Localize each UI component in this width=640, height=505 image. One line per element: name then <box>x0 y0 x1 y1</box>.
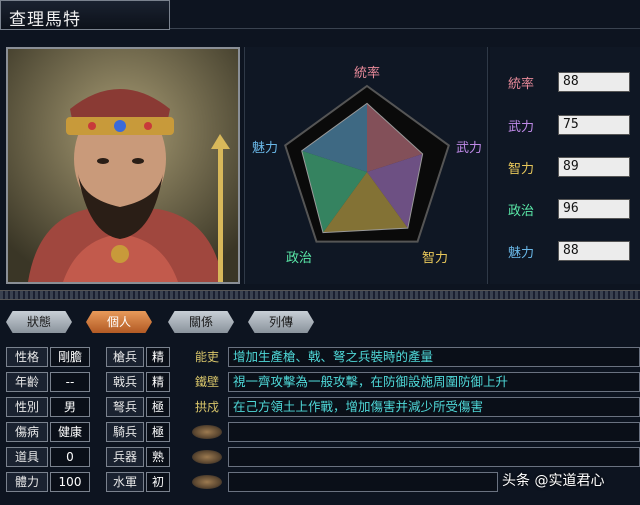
stat-value: 75 <box>558 115 630 135</box>
troop-aptitude: 極 <box>146 422 170 442</box>
tab-biography[interactable]: 列傳 <box>248 311 314 333</box>
troop-aptitude: 初 <box>146 472 170 492</box>
stats-panel: 統率 88 武力 75 智力 89 政治 96 魅力 88 <box>490 47 640 284</box>
radar-axis-label: 魅力 <box>252 141 278 156</box>
radar-axis-label: 政治 <box>286 251 312 266</box>
stat-row-leadership: 統率 88 <box>508 71 630 93</box>
tab-relations[interactable]: 關係 <box>168 311 234 333</box>
personal-label: 年齡 <box>6 372 48 392</box>
personal-value: 100 <box>50 472 90 492</box>
stat-row-charisma: 魅力 88 <box>508 240 630 262</box>
title-rule <box>170 28 640 29</box>
troop-aptitude: 極 <box>146 397 170 417</box>
stat-label: 武力 <box>508 119 535 135</box>
personal-label: 性格 <box>6 347 48 367</box>
watermark: 头条 @实道君心 <box>502 473 605 489</box>
skill-description: 視一齊攻擊為一般攻擊，在防御設施周圍防御上升 <box>228 372 640 392</box>
stat-row-war: 武力 75 <box>508 114 630 136</box>
personal-value: 男 <box>50 397 90 417</box>
skill-description: 增加生產槍、戟、弩之兵裝時的產量 <box>228 347 640 367</box>
empty-skill-slot-icon <box>192 475 222 489</box>
stat-label: 政治 <box>508 203 535 219</box>
tab-status[interactable]: 狀態 <box>6 311 72 333</box>
empty-skill-slot-icon <box>192 425 222 439</box>
skill-name[interactable]: 拱戍 <box>188 397 226 417</box>
stat-label: 魅力 <box>508 245 535 261</box>
radar-axis-label: 武力 <box>456 141 482 156</box>
personal-value: -- <box>50 372 90 392</box>
stat-row-politics: 政治 96 <box>508 198 630 220</box>
radar-chart-panel: 統率武力智力 政治 魅力 <box>244 47 488 284</box>
personal-value: 健康 <box>50 422 90 442</box>
stat-value: 88 <box>558 241 630 261</box>
troop-label: 戟兵 <box>106 372 144 392</box>
skill-description: 在己方領土上作戰，增加傷害并減少所受傷害 <box>228 397 640 417</box>
empty-skill-slot-icon <box>192 450 222 464</box>
stat-value: 96 <box>558 199 630 219</box>
troop-label: 槍兵 <box>106 347 144 367</box>
troop-label: 兵器 <box>106 447 144 467</box>
troop-aptitude: 精 <box>146 372 170 392</box>
radar-axis-label: 統率 <box>354 65 380 81</box>
personal-value: 剛膽 <box>50 347 90 367</box>
skill-name[interactable]: 鐵壁 <box>188 372 226 392</box>
radar-chart: 統率武力智力 政治 魅力 <box>252 65 482 266</box>
stat-row-intelligence: 智力 89 <box>508 156 630 178</box>
skill-description <box>228 422 640 442</box>
personal-label: 體力 <box>6 472 48 492</box>
tab-personal[interactable]: 個人 <box>86 311 152 333</box>
section-divider <box>0 290 640 300</box>
stat-label: 智力 <box>508 161 535 177</box>
skill-name[interactable]: 能吏 <box>188 347 226 367</box>
stat-value: 89 <box>558 157 630 177</box>
personal-label: 性別 <box>6 397 48 417</box>
troop-label: 弩兵 <box>106 397 144 417</box>
character-name: 查理馬特 <box>9 10 81 30</box>
character-portrait <box>6 47 240 284</box>
troop-aptitude: 精 <box>146 347 170 367</box>
skill-description <box>228 472 498 492</box>
skill-description <box>228 447 640 467</box>
radar-axis-label: 智力 <box>422 251 448 266</box>
stat-label: 統率 <box>508 76 535 92</box>
troop-label: 水軍 <box>106 472 144 492</box>
portrait-image <box>8 49 238 282</box>
personal-label: 道具 <box>6 447 48 467</box>
personal-value: 0 <box>50 447 90 467</box>
troop-label: 騎兵 <box>106 422 144 442</box>
troop-aptitude: 熟 <box>146 447 170 467</box>
character-name-title: 查理馬特 <box>0 0 170 30</box>
personal-label: 傷病 <box>6 422 48 442</box>
stat-value: 88 <box>558 72 630 92</box>
